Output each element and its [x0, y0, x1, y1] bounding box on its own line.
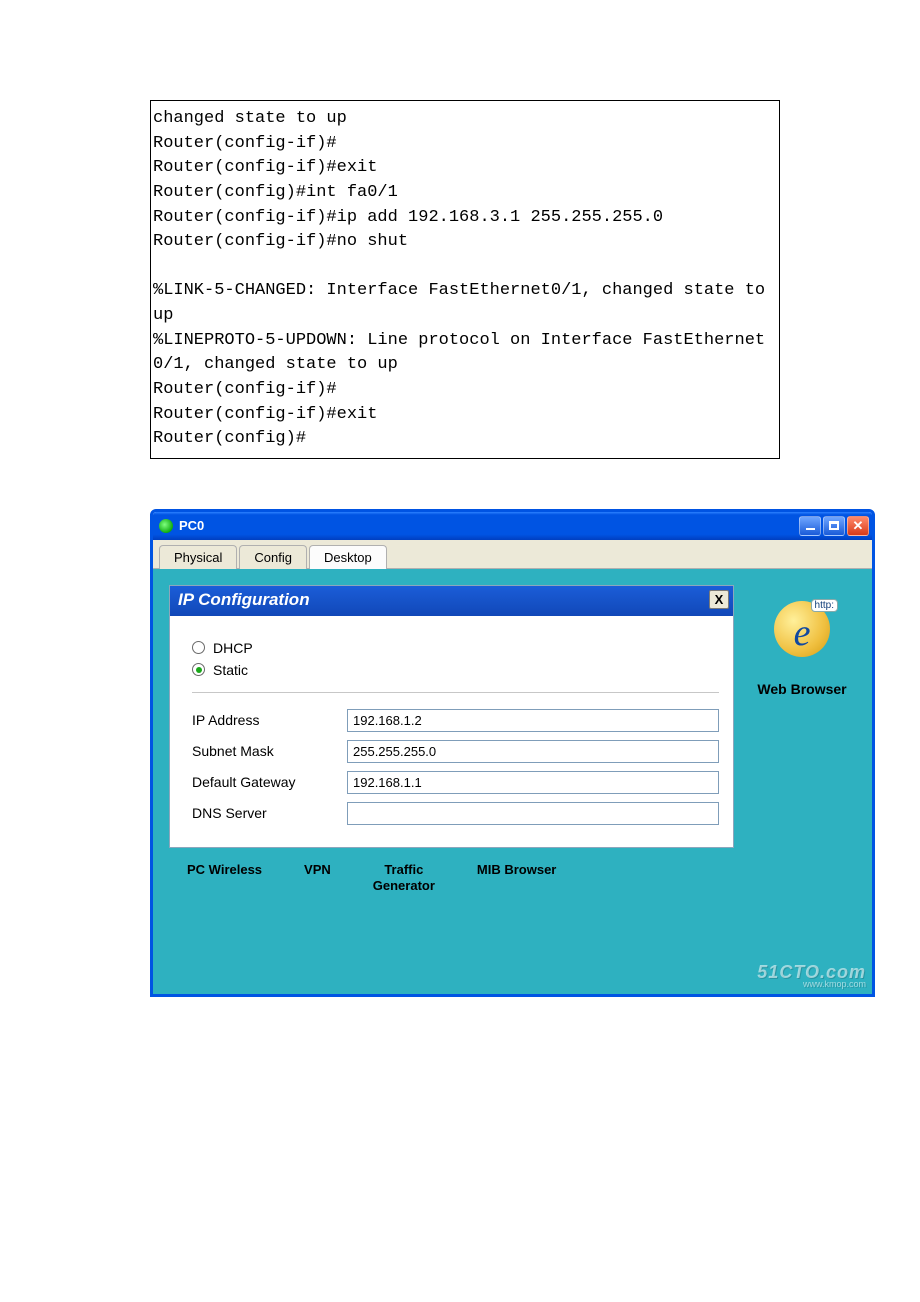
- maximize-button[interactable]: [823, 516, 845, 536]
- watermark: 51CTO.com www.kmop.com: [757, 964, 866, 988]
- window-titlebar[interactable]: PC0 ✕: [153, 512, 872, 540]
- subnet-mask-label: Subnet Mask: [192, 743, 347, 759]
- tool-vpn[interactable]: VPN: [304, 862, 331, 878]
- default-gateway-label: Default Gateway: [192, 774, 347, 790]
- ip-address-label: IP Address: [192, 712, 347, 728]
- ipconf-close-button[interactable]: X: [709, 590, 729, 609]
- tab-config[interactable]: Config: [239, 545, 307, 569]
- dns-server-label: DNS Server: [192, 805, 347, 821]
- tool-mib-browser[interactable]: MIB Browser: [477, 862, 556, 878]
- radio-icon: [192, 641, 205, 654]
- static-label: Static: [213, 662, 248, 678]
- ip-configuration-title: IP Configuration: [178, 590, 310, 610]
- desktop-tools-row: PC Wireless VPN TrafficGenerator MIB Bro…: [169, 848, 734, 895]
- router-cli-output: changed state to up Router(config-if)# R…: [150, 100, 780, 459]
- tab-bar: Physical Config Desktop: [153, 540, 872, 569]
- tab-desktop[interactable]: Desktop: [309, 545, 387, 569]
- window-title: PC0: [179, 518, 204, 533]
- browser-icon: http: e: [774, 601, 830, 657]
- web-browser-tile[interactable]: http: e: [746, 585, 858, 673]
- ip-configuration-panel: IP Configuration X DHCP Static IP Addres…: [169, 585, 734, 848]
- minimize-button[interactable]: [799, 516, 821, 536]
- dns-server-input[interactable]: [347, 802, 719, 825]
- web-browser-label: Web Browser: [746, 681, 858, 697]
- static-option[interactable]: Static: [192, 662, 719, 678]
- dhcp-option[interactable]: DHCP: [192, 640, 719, 656]
- radio-icon: [192, 663, 205, 676]
- pc0-window: PC0 ✕ Physical Config Desktop IP Configu…: [150, 509, 875, 998]
- default-gateway-input[interactable]: [347, 771, 719, 794]
- desktop-area: IP Configuration X DHCP Static IP Addres…: [153, 569, 872, 995]
- close-button[interactable]: ✕: [847, 516, 869, 536]
- ip-address-input[interactable]: [347, 709, 719, 732]
- ip-configuration-header: IP Configuration X: [170, 586, 733, 616]
- dhcp-label: DHCP: [213, 640, 253, 656]
- tool-traffic-generator[interactable]: TrafficGenerator: [373, 862, 435, 895]
- tool-pc-wireless[interactable]: PC Wireless: [187, 862, 262, 878]
- pc-icon: [159, 519, 173, 533]
- subnet-mask-input[interactable]: [347, 740, 719, 763]
- tab-physical[interactable]: Physical: [159, 545, 237, 569]
